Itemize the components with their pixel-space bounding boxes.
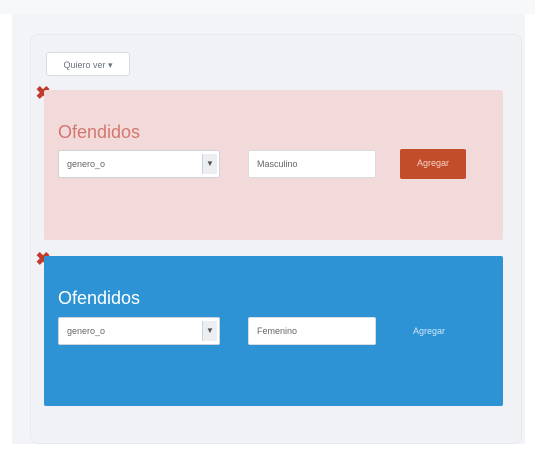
value-input[interactable]: Femenino [248, 317, 376, 345]
filter-block-1: Ofendidos genero_o ▼ Masculino Agregar [44, 90, 503, 240]
filter-title: Ofendidos [58, 122, 141, 142]
field-select[interactable]: genero_o ▼ [58, 150, 220, 178]
add-link[interactable]: Agregar [396, 317, 462, 345]
value-input[interactable]: Masculino [248, 150, 376, 178]
add-button[interactable]: Agregar [400, 149, 466, 179]
view-dropdown-button[interactable]: Quiero ver ▾ [46, 52, 130, 76]
filter-block-2: Ofendidos genero_o ▼ Femenino Agregar [44, 256, 503, 406]
field-select-value: genero_o [67, 159, 106, 169]
top-bar [0, 0, 535, 14]
field-select[interactable]: genero_o ▼ [58, 317, 220, 345]
filter-title: Ofendidos [58, 288, 141, 308]
caret-down-icon[interactable]: ▼ [202, 321, 217, 341]
caret-down-icon[interactable]: ▼ [202, 154, 217, 174]
field-select-value: genero_o [67, 326, 106, 336]
